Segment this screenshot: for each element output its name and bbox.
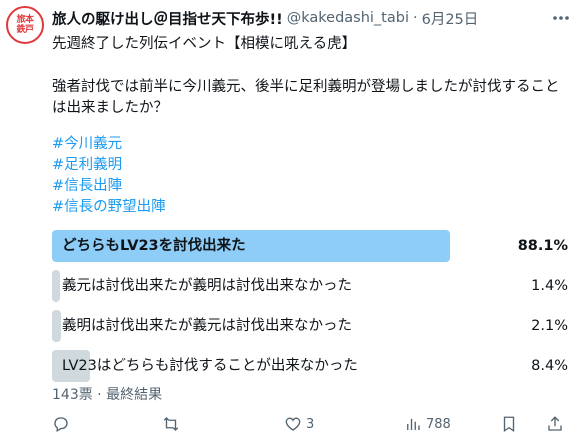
poll-option-label: 義明は討伐出来たが義元は討伐出来なかった xyxy=(62,318,352,334)
poll-option-percent: 1.4% xyxy=(531,278,568,294)
poll-option-percent: 2.1% xyxy=(531,318,568,334)
hashtag-link[interactable]: #今川義元 xyxy=(52,134,166,155)
poll-option: 義明は討伐出来たが義元は討伐出来なかった 2.1% xyxy=(52,310,572,342)
views-count: 788 xyxy=(426,416,451,432)
poll-bar xyxy=(52,310,61,342)
avatar-text-bottom: 鉄戸 xyxy=(16,25,34,35)
poll-option: 義元は討伐出来たが義明は討伐出来なかった 1.4% xyxy=(52,270,572,302)
like-count: 3 xyxy=(306,416,315,432)
bookmark-icon xyxy=(503,416,515,433)
hashtag-list: #今川義元 #足利義明 #信長出陣 #信長の野望出陣 xyxy=(52,134,166,218)
hashtag-link[interactable]: #信長の野望出陣 xyxy=(52,197,166,218)
poll-option: LV23はどちらも討伐することが出来なかった 8.4% xyxy=(52,350,572,382)
post-header: 旅人の駆け出し＠目指せ天下布歩!! @kakedashi_tabi · 6月25… xyxy=(52,8,543,28)
poll-meta: 143票 · 最終結果 xyxy=(52,387,163,403)
bookmark-button[interactable] xyxy=(500,415,518,433)
post-text-line1: 先週終了した列伝イベント【相模に吼える虎】 xyxy=(52,36,357,52)
poll-option-percent: 88.1% xyxy=(517,238,568,254)
user-handle[interactable]: @kakedashi_tabi xyxy=(287,10,409,26)
poll-option-percent: 8.4% xyxy=(531,358,568,374)
display-name[interactable]: 旅人の駆け出し＠目指せ天下布歩!! xyxy=(52,8,283,28)
post-date[interactable]: 6月25日 xyxy=(422,8,479,28)
like-button[interactable]: 3 xyxy=(284,415,314,433)
more-horizontal-icon[interactable] xyxy=(551,8,571,28)
poll-option: どちらもLV23を討伐出来た 88.1% xyxy=(52,230,572,262)
reply-icon xyxy=(54,417,68,432)
share-button[interactable] xyxy=(546,415,564,433)
retweet-button[interactable] xyxy=(162,415,184,433)
hashtag-link[interactable]: #足利義明 xyxy=(52,155,166,176)
poll-option-label: LV23はどちらも討伐することが出来なかった xyxy=(62,358,358,374)
retweet-icon xyxy=(163,417,179,431)
action-bar: 3 788 xyxy=(52,412,573,436)
separator-dot: · xyxy=(412,10,418,26)
avatar-text-top: 旅本 xyxy=(16,15,34,25)
heart-icon xyxy=(285,417,301,431)
post-text-question: 強者討伐では前半に今川義元、後半に足利義明が登場しましたが討伐することは出来まし… xyxy=(52,79,560,116)
poll-option-label: どちらもLV23を討伐出来た xyxy=(62,238,246,254)
views-chart-icon xyxy=(407,418,420,430)
share-icon xyxy=(548,416,562,431)
avatar[interactable]: 旅本 鉄戸 xyxy=(6,6,44,44)
hashtag-link[interactable]: #信長出陣 xyxy=(52,176,166,197)
poll-bar xyxy=(52,270,60,302)
views-button[interactable]: 788 xyxy=(404,415,451,433)
poll-option-label: 義元は討伐出来たが義明は討伐出来なかった xyxy=(62,278,352,294)
reply-button[interactable] xyxy=(52,415,74,433)
poll: どちらもLV23を討伐出来た 88.1% 義元は討伐出来たが義明は討伐出来なかっ… xyxy=(52,230,572,390)
